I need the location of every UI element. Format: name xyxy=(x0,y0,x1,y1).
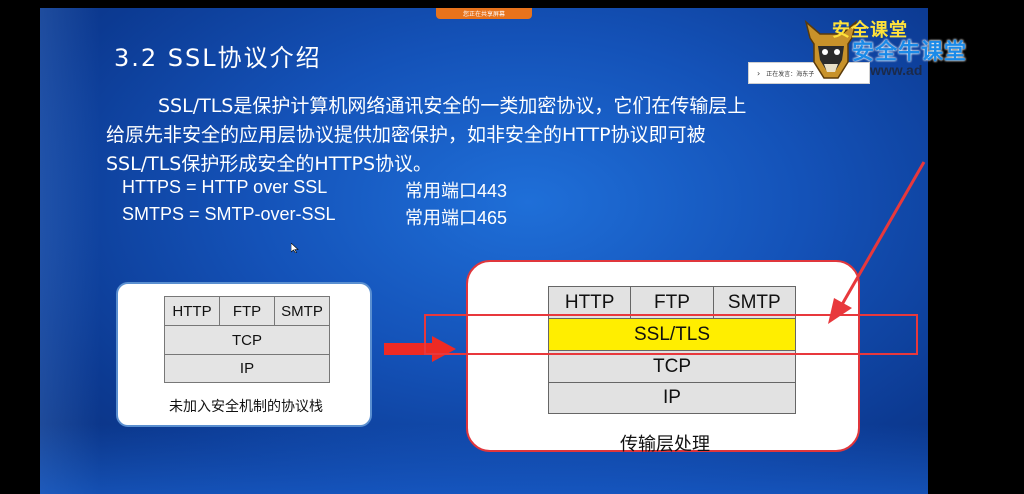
mouse-cursor-icon xyxy=(291,243,299,253)
diagram-caption: 传输层处理 xyxy=(620,434,710,455)
annotation-arrow-icon xyxy=(828,161,926,324)
secure-protocol-stack-diagram: HTTP FTP SMTP SSL/TLS TCP IP 传输层处理 xyxy=(466,260,860,455)
brand-watermark: 安全课堂 安全牛课堂 www.ad xyxy=(796,14,1006,84)
network-layer-row: IP xyxy=(164,354,330,383)
chevron-right-icon: › xyxy=(757,68,761,78)
screen-sharing-banner[interactable]: 您正在共享屏幕 xyxy=(436,8,532,19)
paragraph-line: 给原先非安全的应用层协议提供加密保护，如非安全的HTTP协议即可被 xyxy=(106,124,706,146)
layer-cell-http: HTTP xyxy=(165,297,220,325)
protocol-stack: HTTP FTP SMTP TCP IP xyxy=(164,296,330,383)
protocol-port: 常用端口465 xyxy=(405,208,508,228)
layer-cell-tcp: TCP xyxy=(653,355,691,377)
paragraph-line: SSL/TLS是保护计算机网络通讯安全的一类加密协议，它们在传输层上 xyxy=(158,95,747,117)
protocol-row-smtps: SMTPS = SMTP-over-SSL 常用端口465 xyxy=(122,204,507,228)
layer-cell-tcp: TCP xyxy=(232,331,262,349)
protocol-port: 常用端口443 xyxy=(405,181,508,201)
layer-cell-ftp: FTP xyxy=(220,297,275,325)
transport-layer-row: TCP xyxy=(164,325,330,354)
slide-paragraph: SSL/TLS是保护计算机网络通讯安全的一类加密协议，它们在传输层上 给原先非安… xyxy=(106,92,846,179)
protocol-name: HTTPS = HTTP over SSL xyxy=(122,177,328,197)
layer-cell-ip: IP xyxy=(239,360,255,377)
screen: 3.2 SSL协议介绍 SSL/TLS是保护计算机网络通讯安全的一类加密协议，它… xyxy=(0,0,1024,494)
watermark-url-text: www.ad xyxy=(870,62,923,78)
layer-cell-ip: IP xyxy=(663,387,681,408)
protocol-row-https: HTTPS = HTTP over SSL 常用端口443 xyxy=(122,177,507,201)
paragraph-line: SSL/TLS保护形成安全的HTTPS协议。 xyxy=(106,153,433,175)
share-banner-text: 您正在共享屏幕 xyxy=(462,11,505,18)
protocol-name: SMTPS = SMTP-over-SSL xyxy=(122,204,336,224)
network-layer-row: IP xyxy=(548,382,796,414)
insecure-protocol-stack-diagram: HTTP FTP SMTP TCP IP 未加入安全机制的协议栈 xyxy=(116,282,372,427)
diagram-caption: 未加入安全机制的协议栈 xyxy=(169,399,323,415)
slide-title: 3.2 SSL协议介绍 xyxy=(114,44,322,72)
layer-cell-smtp: SMTP xyxy=(281,302,323,320)
application-layer-row: HTTP FTP SMTP xyxy=(164,296,330,325)
slide-decoration-left xyxy=(40,8,100,494)
